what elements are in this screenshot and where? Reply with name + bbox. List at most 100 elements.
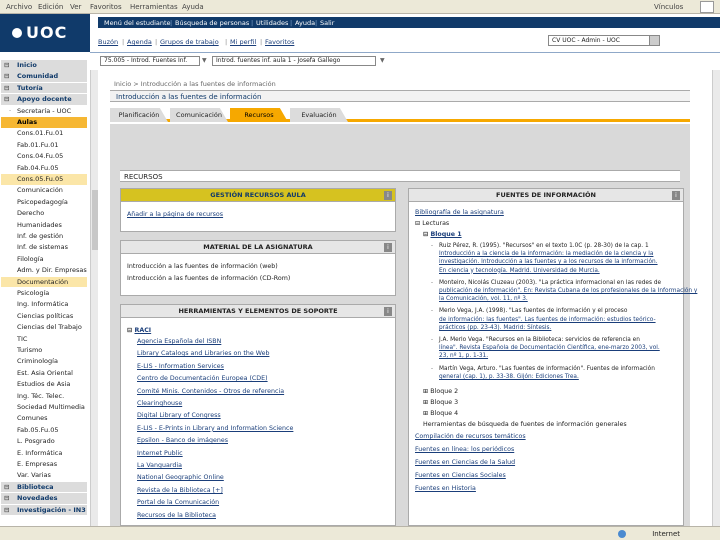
herramienta-link[interactable]: Revista de la Biblioteca [+] xyxy=(137,487,223,494)
bloque-item[interactable]: ⊞ Bloque 3 xyxy=(423,399,458,406)
herramientas-group[interactable]: ⊟ RACI xyxy=(127,327,151,334)
sidebar-item[interactable]: Novedades xyxy=(1,493,87,504)
sidebar-item[interactable]: Cons.04.Fu.05 xyxy=(1,151,87,162)
sidebar-item[interactable]: Fab.05.Fu.05 xyxy=(1,425,87,436)
links-label[interactable]: Vínculos xyxy=(654,3,683,11)
bloque-item[interactable]: ⊞ Bloque 4 xyxy=(423,410,458,417)
herramienta-link[interactable]: La Vanguardia xyxy=(137,462,182,469)
herramienta-link[interactable]: National Geographic Online xyxy=(137,474,224,481)
sidebar-scroll-thumb[interactable] xyxy=(92,190,98,250)
lectura-line[interactable]: Ruiz Pérez, R. (1995). "Recursos" en el … xyxy=(439,243,649,249)
sidebar-item[interactable]: Ciencias políticas xyxy=(1,311,87,322)
sidebar-item[interactable]: Tutoría xyxy=(1,82,87,94)
sidebar-item[interactable]: Turismo xyxy=(1,345,87,356)
bibliografia-link[interactable]: Bibliografía de la asignatura xyxy=(415,209,504,216)
sidebar-item[interactable]: Inicio xyxy=(1,60,87,71)
herramienta-link[interactable]: Centro de Documentación Europea (CDE) xyxy=(137,375,268,382)
sidebar-item[interactable]: Ing. Informática xyxy=(1,299,87,310)
sidebar-item[interactable]: Derecho xyxy=(1,208,87,219)
fuente-link[interactable]: Fuentes en línea: los periódicos xyxy=(415,446,514,453)
sidebar-item[interactable]: Est. Asia Oriental xyxy=(1,368,87,379)
lectura-line[interactable]: investigación. Introducción a las fuente… xyxy=(439,259,658,265)
lectura-line[interactable]: de información: las fuentes". Las fuente… xyxy=(439,317,656,323)
sidebar-item[interactable]: Apoyo docente xyxy=(1,94,87,105)
uoc-logo[interactable]: UOC xyxy=(0,14,90,52)
sidebar-item[interactable]: Psicología xyxy=(1,288,87,299)
lectura-line[interactable]: general (cap. 1), p. 33-38. Gijón: Edici… xyxy=(439,374,579,380)
tab-recursos[interactable]: Recursos xyxy=(230,108,288,122)
sidebar-item[interactable]: TIC xyxy=(1,334,87,345)
sidebar-item[interactable]: Biblioteca xyxy=(1,481,87,493)
menu-archivo[interactable]: Archivo xyxy=(6,3,32,11)
sidebar-item[interactable]: Cons.05.Fu.05 xyxy=(1,174,87,185)
sidebar-item[interactable]: Filología xyxy=(1,254,87,265)
sidebar-item[interactable]: Fab.04.Fu.05 xyxy=(1,163,87,174)
menu-ver[interactable]: Ver xyxy=(70,3,81,11)
lectura-line[interactable]: Monteiro, Nicolás Cluzeau (2003). "La pr… xyxy=(439,280,661,286)
sidebar-item[interactable]: Estudios de Asia xyxy=(1,379,87,390)
herramienta-link[interactable]: Digital Library of Congress xyxy=(137,412,221,419)
info-icon[interactable]: i xyxy=(384,307,392,316)
course-select[interactable]: 75.005 - Introd. Fuentes Inf. xyxy=(100,56,200,66)
subnav-mi-perfil[interactable]: Mi perfil xyxy=(230,38,256,46)
sidebar-item[interactable]: Secretaría - UOC xyxy=(1,106,87,117)
herramienta-link[interactable]: Library Catalogs and Libraries on the We… xyxy=(137,350,269,357)
sidebar-scrollbar[interactable] xyxy=(90,70,98,526)
add-resource-link[interactable]: Añadir a la página de recursos xyxy=(127,211,223,218)
herramienta-link[interactable]: E-LIS - E-Prints in Library and Informat… xyxy=(137,425,293,432)
herramienta-link[interactable]: Comité Minis. Contenidos - Otros de refe… xyxy=(137,388,284,395)
util-menu-estudiante[interactable]: Menú del estudiante xyxy=(104,19,171,27)
menu-favoritos[interactable]: Favoritos xyxy=(90,3,122,11)
lectura-line[interactable]: En ciencia y tecnología. Madrid. Univers… xyxy=(439,268,600,274)
sidebar-item[interactable]: Criminología xyxy=(1,356,87,367)
fuente-link[interactable]: Fuentes en Ciencias Sociales xyxy=(415,472,506,479)
lectura-line[interactable]: Martín Vega, Arturo. "Las fuentes de inf… xyxy=(439,366,655,372)
lectura-line[interactable]: la Comunicación, vol. 11, nº 3. xyxy=(439,296,528,302)
role-select[interactable]: CV UOC - Admin - UOC xyxy=(548,35,660,46)
sidebar-item[interactable]: Comunidad xyxy=(1,71,87,82)
sidebar-item[interactable]: Cons.01.Fu.01 xyxy=(1,128,87,139)
sidebar-item[interactable]: Ing. Téc. Telec. xyxy=(1,391,87,402)
sidebar-item[interactable]: Inf. de gestión xyxy=(1,231,87,242)
lectura-line[interactable]: publicación de información". En: Revista… xyxy=(439,288,697,294)
topic-select[interactable]: Introd. fuentes inf. aula 1 - Josefa Gal… xyxy=(212,56,376,66)
tab-planificacion[interactable]: Planificación xyxy=(110,108,168,122)
herramienta-link[interactable]: Internet Public xyxy=(137,450,183,457)
lectura-line[interactable]: Introducción a la ciencia de la informac… xyxy=(439,251,653,257)
lectura-line[interactable]: 23, nº 1, p. 1-31. xyxy=(439,353,488,359)
sidebar-item[interactable]: Adm. y Dir. Empresas xyxy=(1,265,87,276)
lectura-line[interactable]: línea". Revista Española de Documentació… xyxy=(439,345,660,351)
menu-edicion[interactable]: Edición xyxy=(38,3,63,11)
util-salir[interactable]: Salir xyxy=(320,19,334,27)
sidebar-item[interactable]: Comunicación xyxy=(1,185,87,196)
sidebar-item[interactable]: Aulas xyxy=(1,117,87,128)
herramienta-link[interactable]: Epsilon - Banco de imágenes xyxy=(137,437,228,444)
sidebar-item[interactable]: Investigación - IN3 xyxy=(1,504,87,516)
tab-evaluacion[interactable]: Evaluación xyxy=(290,108,348,122)
sidebar-item[interactable]: Inf. de sistemas xyxy=(1,242,87,253)
sidebar-item[interactable]: Comunes xyxy=(1,413,87,424)
fuente-link[interactable]: Compilación de recursos temáticos xyxy=(415,433,526,440)
tab-comunicacion[interactable]: Comunicación xyxy=(170,108,228,122)
lecturas-group[interactable]: ⊟ Lecturas xyxy=(415,220,449,227)
fuente-link[interactable]: Fuentes en Ciencias de la Salud xyxy=(415,459,515,466)
info-icon[interactable]: i xyxy=(384,191,392,200)
herramienta-link[interactable]: Agencia Española del ISBN xyxy=(137,338,221,345)
material-link-web[interactable]: Introducción a las fuentes de informació… xyxy=(127,263,278,270)
info-icon[interactable]: i xyxy=(384,243,392,252)
sidebar-item[interactable]: Humanidades xyxy=(1,220,87,231)
sidebar-item[interactable]: L. Posgrado xyxy=(1,436,87,447)
sidebar-item[interactable]: E. Informática xyxy=(1,448,87,459)
lectura-line[interactable]: J.A. Merlo Vega. "Recursos en la Bibliot… xyxy=(439,337,640,343)
material-link-cdrom[interactable]: Introducción a las fuentes de informació… xyxy=(127,275,290,282)
herramienta-link[interactable]: Recursos de la Biblioteca xyxy=(137,512,216,519)
util-busqueda-personas[interactable]: Búsqueda de personas xyxy=(175,19,249,27)
bloque-1[interactable]: ⊟ Bloque 1 xyxy=(423,231,462,238)
menu-ayuda[interactable]: Ayuda xyxy=(182,3,204,11)
lectura-line[interactable]: prácticos (pp. 23-43). Madrid: Síntesis. xyxy=(439,325,551,331)
util-utilidades[interactable]: Utilidades xyxy=(256,19,288,27)
chevron-down-icon[interactable]: ▼ xyxy=(380,57,385,64)
herramienta-link[interactable]: Portal de la Comunicación xyxy=(137,499,219,506)
sidebar-item[interactable]: Psicopedagogía xyxy=(1,197,87,208)
subnav-buzon[interactable]: Buzón xyxy=(98,38,118,46)
